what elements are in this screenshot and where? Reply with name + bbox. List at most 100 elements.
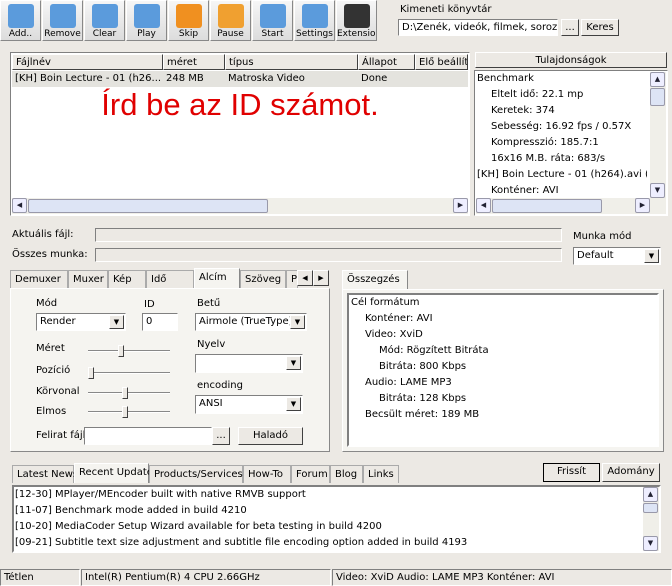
browse-output-button[interactable]: ... bbox=[561, 19, 579, 36]
column-header[interactable]: Elő beállít bbox=[415, 54, 468, 70]
tab-blog[interactable]: Blog bbox=[330, 465, 363, 483]
position-slider[interactable] bbox=[88, 367, 170, 379]
tab-scroll-left-icon[interactable]: ◀ bbox=[297, 270, 313, 286]
encoding-select[interactable]: ANSI ▼ bbox=[195, 395, 303, 414]
scroll-left-icon[interactable]: ◀ bbox=[476, 198, 491, 213]
scroll-down-icon[interactable]: ▼ bbox=[650, 183, 665, 198]
slider-thumb[interactable] bbox=[122, 406, 129, 418]
play-button[interactable]: Play bbox=[126, 0, 167, 41]
slider-thumb[interactable] bbox=[88, 367, 94, 379]
tab-szveg[interactable]: Szöveg bbox=[240, 270, 286, 288]
tree-item[interactable]: [KH] Boin Lecture - 01 (h264).avi (Á bbox=[477, 167, 647, 183]
chevron-down-icon[interactable]: ▼ bbox=[644, 249, 659, 263]
settings-button[interactable]: Settings bbox=[294, 0, 335, 41]
column-header[interactable]: méret bbox=[163, 54, 225, 70]
news-item[interactable]: [10-20] MediaCoder Setup Wizard availabl… bbox=[15, 519, 659, 535]
vertical-scrollbar[interactable]: ▲ ▼ bbox=[650, 72, 666, 198]
horizontal-scrollbar[interactable]: ◀ ▶ bbox=[476, 198, 666, 214]
tab-kp[interactable]: Kép bbox=[108, 270, 146, 288]
slider-thumb[interactable] bbox=[118, 345, 125, 357]
add-button[interactable]: Add.. bbox=[0, 0, 41, 41]
tree-item[interactable]: Bitráta: 800 Kbps bbox=[351, 359, 657, 375]
horizontal-scrollbar[interactable]: ◀ ▶ bbox=[12, 198, 468, 214]
tree-item[interactable]: 16x16 M.B. ráta: 683/s bbox=[477, 151, 647, 167]
tab-links[interactable]: Links bbox=[363, 465, 399, 483]
pause-button[interactable]: Pause bbox=[210, 0, 251, 41]
scroll-right-icon[interactable]: ▶ bbox=[453, 198, 468, 213]
extension-button[interactable]: Extension bbox=[336, 0, 377, 41]
chevron-down-icon[interactable]: ▼ bbox=[286, 356, 301, 370]
mode-select[interactable]: Render ▼ bbox=[36, 313, 126, 331]
tree-item[interactable]: Keretek: 374 bbox=[477, 103, 647, 119]
outline-slider[interactable] bbox=[88, 387, 170, 399]
scroll-thumb[interactable] bbox=[650, 88, 665, 106]
advanced-button[interactable]: Haladó bbox=[238, 427, 303, 445]
tree-item[interactable]: Cél formátum bbox=[351, 295, 657, 311]
subtitle-file-input[interactable] bbox=[84, 427, 212, 445]
tree-item[interactable]: Konténer: AVI bbox=[477, 183, 647, 199]
properties-tree[interactable]: Benchmark Eltelt idő: 22.1 mp Keretek: 374… bbox=[474, 70, 668, 216]
summary-tree[interactable]: Cél formátum Konténer: AVI Video: XviD Mód:… bbox=[347, 293, 659, 447]
tab-muxer[interactable]: Muxer bbox=[68, 270, 108, 288]
browse-subtitle-button[interactable]: ... bbox=[212, 427, 230, 445]
scroll-thumb[interactable] bbox=[492, 199, 602, 213]
tree-item[interactable]: Bitráta: 128 Kbps bbox=[351, 391, 657, 407]
column-header[interactable]: Állapot bbox=[358, 54, 415, 70]
slider-thumb[interactable] bbox=[122, 387, 129, 399]
tab-howto[interactable]: How-To bbox=[243, 465, 291, 483]
start-button[interactable]: Start bbox=[252, 0, 293, 41]
tree-item[interactable]: Eltelt idő: 22.1 mp bbox=[477, 87, 647, 103]
news-list[interactable]: [12-30] MPlayer/MEncoder built with nati… bbox=[12, 485, 661, 553]
tree-item[interactable]: Audio: LAME MP3 bbox=[351, 375, 657, 391]
skip-button[interactable]: Skip bbox=[168, 0, 209, 41]
news-item[interactable]: [09-21] Subtitle text size adjustment an… bbox=[15, 535, 659, 551]
scroll-thumb[interactable] bbox=[28, 199, 268, 213]
vertical-scrollbar[interactable]: ▲ ▼ bbox=[643, 487, 659, 551]
refresh-button[interactable]: Frissít bbox=[543, 463, 600, 482]
tab-id[interactable]: Idő bbox=[146, 270, 194, 288]
tree-item[interactable]: Sebesség: 16.92 fps / 0.57X bbox=[477, 119, 647, 135]
file-list[interactable]: Fájlnév méret típus Állapot Elő beállít [KH]… bbox=[10, 52, 470, 216]
tree-item[interactable]: Benchmark bbox=[477, 71, 647, 87]
tree-item[interactable]: Becsült méret: 189 MB bbox=[351, 407, 657, 423]
properties-header[interactable]: Tulajdonságok bbox=[475, 52, 667, 68]
tab-productsservices[interactable]: Products/Services bbox=[149, 465, 243, 483]
tab-summary[interactable]: Összegzés bbox=[342, 270, 408, 290]
chevron-down-icon[interactable]: ▼ bbox=[109, 315, 124, 329]
tab-recentupdates[interactable]: Recent Updates bbox=[74, 463, 158, 483]
news-item[interactable]: [11-07] Benchmark mode added in build 42… bbox=[15, 503, 659, 519]
tab-alcm[interactable]: Alcím bbox=[194, 268, 240, 288]
scroll-up-icon[interactable]: ▲ bbox=[643, 487, 658, 502]
blur-slider[interactable] bbox=[88, 406, 170, 418]
language-select[interactable]: ▼ bbox=[195, 354, 303, 373]
chevron-down-icon[interactable]: ▼ bbox=[286, 397, 301, 411]
news-item[interactable]: [12-30] MPlayer/MEncoder built with nati… bbox=[15, 487, 659, 503]
work-mode-select[interactable]: Default ▼ bbox=[573, 247, 661, 265]
size-slider[interactable] bbox=[88, 345, 170, 357]
id-input[interactable]: 0 bbox=[142, 313, 178, 331]
donate-button[interactable]: Adomány bbox=[602, 463, 660, 482]
column-header[interactable]: típus bbox=[225, 54, 358, 70]
table-row[interactable]: [KH] Boin Lecture - 01 (h26... 248 MB Matr… bbox=[12, 71, 468, 87]
scroll-thumb[interactable] bbox=[643, 503, 658, 513]
scroll-down-icon[interactable]: ▼ bbox=[643, 536, 658, 551]
search-button[interactable]: Keres bbox=[581, 19, 619, 36]
chevron-down-icon[interactable]: ▼ bbox=[290, 315, 305, 329]
tree-item[interactable]: Mód: Rögzített Bitráta bbox=[351, 343, 657, 359]
tab-demuxer[interactable]: Demuxer bbox=[10, 270, 68, 288]
tab-scroll-right-icon[interactable]: ▶ bbox=[313, 270, 329, 286]
clear-button[interactable]: Clear bbox=[84, 0, 125, 41]
remove-button[interactable]: Remove bbox=[42, 0, 83, 41]
output-dir-input[interactable]: D:\Zenék, videók, filmek, soroz bbox=[398, 19, 558, 36]
scroll-left-icon[interactable]: ◀ bbox=[12, 198, 27, 213]
font-select[interactable]: Airmole (TrueType) ▼ bbox=[195, 313, 307, 331]
remove-icon bbox=[49, 4, 76, 28]
tab-forum[interactable]: Forum bbox=[291, 465, 330, 483]
tree-item[interactable]: Konténer: AVI bbox=[351, 311, 657, 327]
column-header[interactable]: Fájlnév bbox=[12, 54, 163, 70]
tree-item[interactable]: Kompresszió: 185.7:1 bbox=[477, 135, 647, 151]
scroll-up-icon[interactable]: ▲ bbox=[650, 72, 665, 87]
scroll-right-icon[interactable]: ▶ bbox=[635, 198, 650, 213]
tab-latestnews[interactable]: Latest News bbox=[12, 465, 78, 483]
tree-item[interactable]: Video: XviD bbox=[351, 327, 657, 343]
